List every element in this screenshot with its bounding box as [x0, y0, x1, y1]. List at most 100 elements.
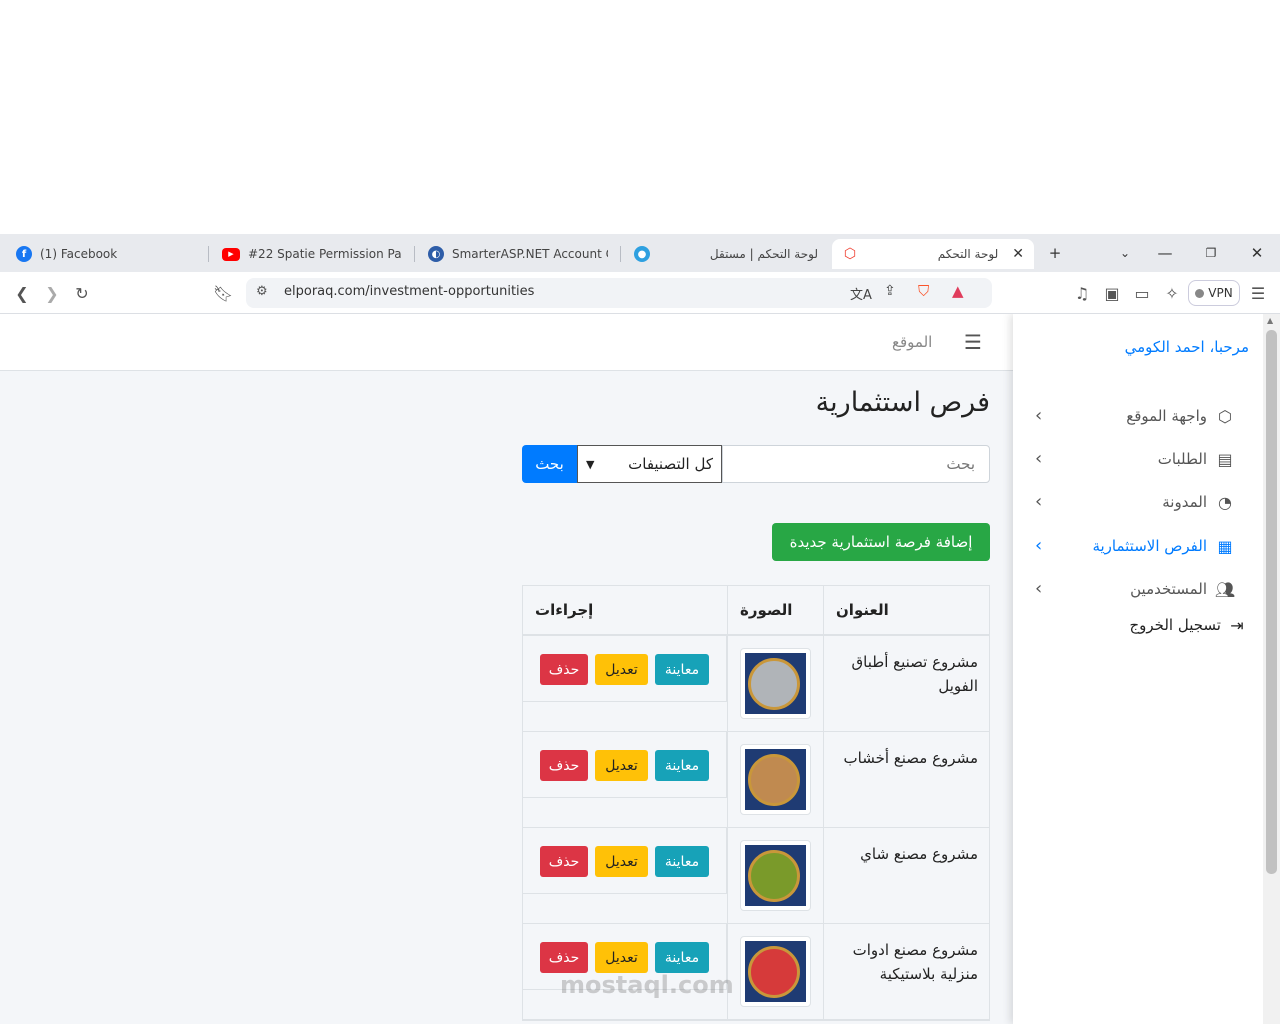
view-button[interactable]: معاينة	[655, 654, 709, 685]
sidebar-toggle-icon[interactable]: ▣	[1100, 281, 1124, 305]
sidebar-item-orders[interactable]: ▤ الطلبات ‹	[1013, 442, 1263, 478]
smarterasp-icon: ◐	[428, 246, 444, 262]
brave-rewards-icon[interactable]: ▲	[952, 282, 964, 300]
translate-icon[interactable]: 文A	[850, 284, 872, 303]
sidebar-item-label: واجهة الموقع	[1126, 407, 1207, 425]
menu-icon[interactable]: ☰	[1246, 281, 1270, 305]
restore-icon[interactable]: ❐	[1188, 234, 1234, 272]
chevron-left-icon: ‹	[1035, 578, 1043, 599]
table-header: العنوان الصورة إجراءات	[523, 586, 989, 636]
bookmark-icon[interactable]: 🔖︎	[211, 281, 235, 305]
browser-tab-dashboard[interactable]: ⬡ لوحة التحكم ✕	[832, 239, 1034, 269]
vpn-button[interactable]: VPN	[1188, 280, 1240, 306]
sidebar-item-label: المدونة	[1162, 493, 1207, 511]
scroll-up-icon[interactable]: ▲	[1267, 316, 1273, 325]
tab-title: #22 Spatie Permission Part 1 -	[248, 247, 402, 261]
column-header-title: العنوان	[823, 586, 990, 634]
blog-icon: ◔	[1218, 492, 1232, 512]
back-icon[interactable]: ❮	[10, 281, 34, 305]
row-image-cell	[727, 636, 823, 732]
sidebar-item-site-front[interactable]: ⬡ واجهة الموقع ‹	[1013, 399, 1263, 435]
url-text: elporaq.com/investment-opportunities	[284, 284, 535, 299]
share-icon[interactable]: ⇪	[884, 283, 896, 299]
row-image-cell	[727, 924, 823, 1020]
tab-title: (1) Facebook	[40, 247, 118, 261]
sidebar-item-logout[interactable]: ⇥ تسجيل الخروج	[1013, 608, 1263, 644]
sidebar-item-label: الطلبات	[1157, 450, 1207, 468]
vpn-status-icon	[1195, 288, 1205, 298]
delete-button[interactable]: حذف	[540, 654, 588, 685]
brave-shield-icon[interactable]: ⛉	[918, 282, 929, 300]
row-actions: معاينة تعديل حذف	[523, 732, 727, 798]
chevron-down-icon: ▼	[586, 457, 595, 471]
chevron-left-icon: ‹	[1035, 448, 1043, 469]
sidebar-item-blog[interactable]: ◔ المدونة ‹	[1013, 485, 1263, 521]
delete-button[interactable]: حذف	[540, 750, 588, 781]
blank-area	[0, 0, 1280, 234]
delete-button[interactable]: حذف	[540, 846, 588, 877]
page-viewport: ☰ الموقع فرص استثمارية كل التصنيفات ▼ بح…	[0, 314, 1280, 1024]
row-actions: معاينة تعديل حذف	[523, 636, 727, 702]
mostaql-icon: ●	[634, 246, 650, 262]
close-window-icon[interactable]: ✕	[1234, 234, 1280, 272]
new-tab-icon[interactable]: +	[1032, 234, 1078, 272]
search-input[interactable]	[722, 445, 990, 483]
clipboard-icon: ▤	[1217, 449, 1233, 469]
edit-button[interactable]: تعديل	[595, 750, 648, 781]
site-link[interactable]: الموقع	[892, 333, 932, 351]
hamburger-icon[interactable]: ☰	[964, 330, 982, 354]
sidebar-item-label: الفرص الاستثمارية	[1092, 537, 1207, 555]
music-icon[interactable]: ♫	[1070, 281, 1094, 305]
browser-tab-mostaql[interactable]: ● لوحة التحكم | مستقل	[624, 239, 828, 269]
site-settings-icon[interactable]: ⚙	[256, 284, 268, 299]
browser-tab-facebook[interactable]: f (1) Facebook	[6, 239, 206, 269]
sidebar-item-users[interactable]: 👥︎ المستخدمين ‹	[1013, 572, 1263, 608]
leo-ai-icon[interactable]: ✧	[1160, 281, 1184, 305]
browser-tab-smarterasp[interactable]: ◐ SmarterASP.NET Account Cen	[418, 239, 618, 269]
chevron-left-icon: ‹	[1035, 535, 1043, 556]
laravel-icon: ⬡	[843, 246, 857, 262]
opportunity-thumbnail	[740, 648, 811, 719]
tab-separator	[208, 246, 209, 262]
admin-sidebar: مرحبا، احمد الكومي ⬡ واجهة الموقع ‹ ▤ ال…	[1013, 314, 1263, 1024]
view-button[interactable]: معاينة	[655, 846, 709, 877]
facebook-icon: f	[16, 246, 32, 262]
sidebar-item-label: المستخدمين	[1130, 580, 1207, 598]
codepen-icon: ⬡	[1218, 406, 1232, 426]
tab-title: SmarterASP.NET Account Cen	[452, 247, 608, 261]
close-tab-icon[interactable]: ✕	[1012, 246, 1024, 262]
add-opportunity-button[interactable]: إضافة فرصة استثمارية جديدة	[772, 523, 990, 561]
table-row: مشروع تصنيع أطباق الفويل معاينة تعديل حذ…	[523, 636, 989, 732]
welcome-user-link[interactable]: مرحبا، احمد الكومي	[1125, 338, 1249, 356]
edit-button[interactable]: تعديل	[595, 654, 648, 685]
table-row: مشروع مصنع أخشاب معاينة تعديل حذف	[523, 732, 989, 828]
page-scrollbar[interactable]: ▲	[1263, 314, 1280, 1024]
view-button[interactable]: معاينة	[655, 750, 709, 781]
wallet-icon[interactable]: ▭	[1130, 281, 1154, 305]
users-icon: 👥︎	[1214, 579, 1236, 599]
vpn-label: VPN	[1208, 286, 1233, 300]
table-row: مشروع مصنع شاي معاينة تعديل حذف	[523, 828, 989, 924]
category-select[interactable]: كل التصنيفات ▼	[577, 445, 722, 483]
view-button[interactable]: معاينة	[655, 942, 709, 973]
watermark: mostaql.com	[560, 971, 734, 999]
address-bar[interactable]: ⚙ elporaq.com/investment-opportunities 文…	[246, 278, 992, 308]
row-title: مشروع مصنع ادوات منزلية بلاستيكية	[823, 924, 990, 1020]
search-button[interactable]: بحث	[522, 445, 577, 483]
scrollbar-thumb[interactable]	[1266, 330, 1277, 874]
minimize-icon[interactable]: —	[1142, 234, 1188, 272]
opportunity-thumbnail	[740, 744, 811, 815]
edit-button[interactable]: تعديل	[595, 942, 648, 973]
edit-button[interactable]: تعديل	[595, 846, 648, 877]
tab-separator	[414, 246, 415, 262]
browser-tab-youtube[interactable]: ▶ #22 Spatie Permission Part 1 -	[212, 239, 412, 269]
forward-icon[interactable]: ❯	[40, 281, 64, 305]
reload-icon[interactable]: ↻	[70, 281, 94, 305]
sidebar-item-investment-opportunities[interactable]: ▦ الفرص الاستثمارية ‹	[1013, 529, 1263, 565]
money-bill-icon: ▦	[1217, 536, 1233, 556]
chevron-left-icon: ‹	[1035, 491, 1043, 512]
delete-button[interactable]: حذف	[540, 942, 588, 973]
tab-separator	[620, 246, 621, 262]
category-select-value: كل التصنيفات	[628, 455, 713, 473]
browser-tabbar: f (1) Facebook ▶ #22 Spatie Permission P…	[0, 234, 1280, 272]
